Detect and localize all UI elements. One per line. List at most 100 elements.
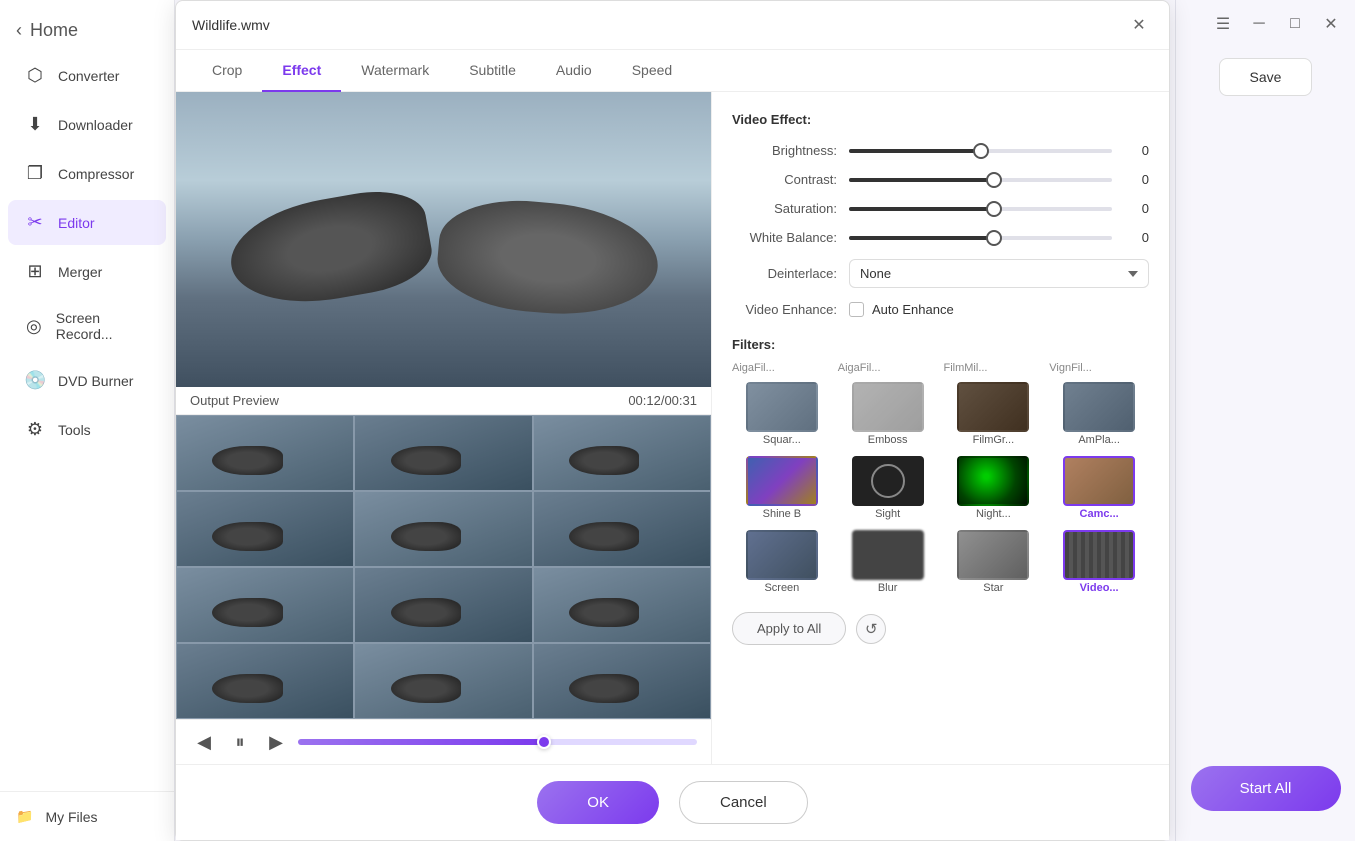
- menu-button[interactable]: ☰: [1209, 10, 1237, 38]
- progress-bar[interactable]: [298, 739, 697, 745]
- progress-fill: [298, 739, 545, 745]
- filter-actions: Apply to All ↺: [732, 612, 1149, 645]
- filter-blur[interactable]: Blur: [838, 528, 938, 596]
- video-enhance-label: Video Enhance:: [732, 302, 837, 317]
- thumb-2: [354, 415, 532, 491]
- filter-top-1: AigaFil...: [838, 362, 938, 374]
- merger-label: Merger: [58, 264, 102, 280]
- white-balance-fill: [849, 236, 994, 240]
- filter-video[interactable]: Video...: [1049, 528, 1149, 596]
- filter-label-camc: Camc...: [1080, 508, 1119, 520]
- filter-label-video: Video...: [1080, 582, 1119, 594]
- sidebar-item-editor[interactable]: ✂ Editor: [8, 200, 166, 245]
- saturation-value: 0: [1124, 201, 1149, 216]
- sidebar-item-dvd-burner[interactable]: 💿 DVD Burner: [8, 358, 166, 403]
- filter-thumb-sight: [852, 456, 924, 506]
- filter-night[interactable]: Night...: [944, 454, 1044, 522]
- thumb-6: [533, 491, 711, 567]
- pause-button[interactable]: ⏸: [226, 728, 254, 756]
- apply-to-all-button[interactable]: Apply to All: [732, 612, 846, 645]
- thumb-5: [354, 491, 532, 567]
- save-button[interactable]: Save: [1219, 58, 1313, 96]
- filter-screen[interactable]: Screen: [732, 528, 832, 596]
- filter-label-emboss: Emboss: [868, 434, 908, 446]
- dialog-titlebar: Wildlife.wmv ✕: [176, 1, 1169, 50]
- tab-effect[interactable]: Effect: [262, 50, 341, 92]
- brightness-row: Brightness: 0: [732, 143, 1149, 158]
- tab-audio[interactable]: Audio: [536, 50, 612, 92]
- filter-top-3: VignFil...: [1049, 362, 1149, 374]
- cancel-button[interactable]: Cancel: [679, 781, 808, 824]
- filter-label-night: Night...: [976, 508, 1011, 520]
- saturation-row: Saturation: 0: [732, 201, 1149, 216]
- next-button[interactable]: ▶: [262, 728, 290, 756]
- effect-panel: Video Effect: Brightness: 0 Contrast:: [711, 92, 1169, 764]
- dvd-burner-label: DVD Burner: [58, 373, 133, 389]
- maximize-button[interactable]: □: [1281, 10, 1309, 38]
- filter-shineb[interactable]: Shine B: [732, 454, 832, 522]
- brightness-slider[interactable]: [849, 149, 1112, 153]
- tab-subtitle[interactable]: Subtitle: [449, 50, 536, 92]
- filter-thumb-star: [957, 530, 1029, 580]
- sidebar-item-converter[interactable]: ⬡ Converter: [8, 53, 166, 98]
- filter-top-2: FilmMil...: [944, 362, 1044, 374]
- tools-icon: ⚙: [24, 419, 46, 440]
- filter-label-ampla: AmPla...: [1078, 434, 1120, 446]
- downloader-icon: ⬇: [24, 114, 46, 135]
- screen-recorder-icon: ◎: [24, 316, 44, 337]
- tab-watermark[interactable]: Watermark: [341, 50, 449, 92]
- minimize-button[interactable]: ─: [1245, 10, 1273, 38]
- saturation-thumb: [986, 201, 1002, 217]
- filter-squarish[interactable]: Squar...: [732, 380, 832, 448]
- sidebar-item-compressor[interactable]: ❐ Compressor: [8, 151, 166, 196]
- start-all-button[interactable]: Start All: [1191, 766, 1341, 811]
- filter-star[interactable]: Star: [944, 528, 1044, 596]
- tab-speed[interactable]: Speed: [612, 50, 692, 92]
- video-frame: [176, 92, 711, 387]
- filter-emboss[interactable]: Emboss: [838, 380, 938, 448]
- filters-scroll-container: Squar... Emboss FilmGr...: [732, 380, 1149, 645]
- white-balance-slider[interactable]: [849, 236, 1112, 240]
- thumb-12: [533, 643, 711, 719]
- sidebar-item-merger[interactable]: ⊞ Merger: [8, 249, 166, 294]
- filter-ampla[interactable]: AmPla...: [1049, 380, 1149, 448]
- filter-label-sight: Sight: [875, 508, 900, 520]
- back-icon: ‹: [16, 20, 22, 41]
- filters-title: Filters:: [732, 337, 1149, 352]
- white-balance-thumb: [986, 230, 1002, 246]
- white-balance-value: 0: [1124, 230, 1149, 245]
- sidebar-item-downloader[interactable]: ⬇ Downloader: [8, 102, 166, 147]
- saturation-fill: [849, 207, 994, 211]
- filter-thumb-emboss: [852, 382, 924, 432]
- contrast-slider[interactable]: [849, 178, 1112, 182]
- tab-crop[interactable]: Crop: [192, 50, 262, 92]
- sidebar-item-screen-recorder[interactable]: ◎ Screen Record...: [8, 298, 166, 354]
- video-preview: [176, 92, 711, 387]
- window-controls: ☰ ─ □ ✕: [1209, 10, 1345, 38]
- close-window-button[interactable]: ✕: [1317, 10, 1345, 38]
- reset-button[interactable]: ↺: [856, 614, 886, 644]
- brightness-label: Brightness:: [732, 143, 837, 158]
- prev-button[interactable]: ◀: [190, 728, 218, 756]
- saturation-slider[interactable]: [849, 207, 1112, 211]
- dialog-close-button[interactable]: ✕: [1125, 11, 1153, 39]
- filter-thumb-screen: [746, 530, 818, 580]
- tools-label: Tools: [58, 422, 91, 438]
- auto-enhance-checkbox[interactable]: [849, 302, 864, 317]
- sidebar-item-tools[interactable]: ⚙ Tools: [8, 407, 166, 452]
- dialog-title: Wildlife.wmv: [192, 17, 270, 33]
- deinterlace-select[interactable]: None Linear Blend Median: [849, 259, 1149, 288]
- thumb-3: [533, 415, 711, 491]
- filter-label-filmgr: FilmGr...: [973, 434, 1015, 446]
- back-button[interactable]: ‹ Home: [0, 10, 174, 51]
- filter-camc[interactable]: Camc...: [1049, 454, 1149, 522]
- filter-sight[interactable]: Sight: [838, 454, 938, 522]
- seal-2: [433, 194, 662, 323]
- editor-label: Editor: [58, 215, 95, 231]
- dialog-footer: OK Cancel: [176, 764, 1169, 840]
- my-files-label: My Files: [45, 809, 97, 825]
- ok-button[interactable]: OK: [537, 781, 659, 824]
- contrast-value: 0: [1124, 172, 1149, 187]
- filter-filmgr[interactable]: FilmGr...: [944, 380, 1044, 448]
- sidebar-item-my-files[interactable]: 📁 My Files: [16, 808, 158, 825]
